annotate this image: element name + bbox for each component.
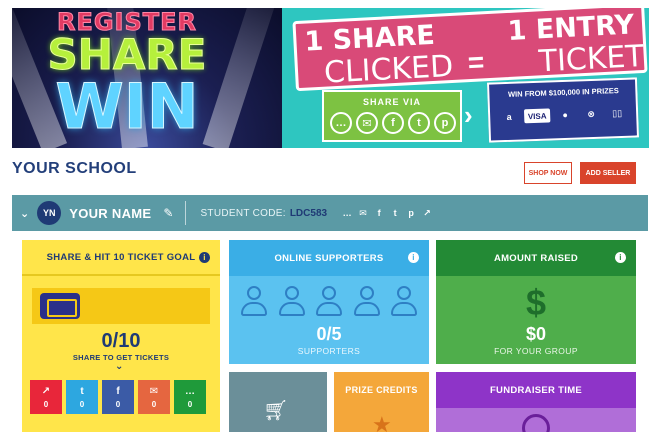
share-buttons-row: ↗ 0 t 0 f 0 ✉ 0… 0 xyxy=(30,380,206,414)
email-icon: ✉ xyxy=(149,385,159,397)
avatar: YN xyxy=(37,201,62,225)
supporters-subtitle: SUPPORTERS xyxy=(297,346,361,356)
online-supporters-title: ONLINE SUPPORTERS xyxy=(274,252,384,264)
share-count: 0 xyxy=(43,399,49,409)
external-link-icon: ↗ xyxy=(41,385,51,397)
supporters-count: 0/5 xyxy=(316,324,342,344)
prize-credits-title: PRIZE CREDITS xyxy=(345,385,418,395)
chevron-down-icon: ⌄ xyxy=(115,361,124,372)
page-title: YOUR SCHOOL xyxy=(12,160,137,177)
chevron-down-icon[interactable]: ⌄ xyxy=(20,207,29,220)
ticket-goal-card: SHARE & HIT 10 TICKET GOAL i 0/10 SHARE … xyxy=(22,240,220,432)
share-count: 0 xyxy=(187,399,193,409)
external-link-icon[interactable]: ↗ xyxy=(421,207,433,219)
pinterest-icon: p xyxy=(434,112,456,134)
xbox-icon: ⊗ xyxy=(587,108,596,119)
clock-icon xyxy=(522,414,550,432)
equals-sign: = xyxy=(467,46,485,79)
share-via-panel: SHARE VIA … ✉ f t p xyxy=(322,90,462,142)
card-title: AMOUNT RAISED i xyxy=(436,240,636,276)
amount-value: $0 xyxy=(525,324,547,344)
fundraiser-time-card: FUNDRAISER TIME xyxy=(436,372,636,432)
amount-raised-title: AMOUNT RAISED xyxy=(493,252,579,264)
share-count: 0 xyxy=(151,399,157,409)
prizes-label: WIN FROM $100,000 IN PRIZES xyxy=(507,86,619,99)
info-icon[interactable]: i xyxy=(408,252,419,263)
clicked-text: CLICKED xyxy=(323,48,455,91)
share-button-email[interactable]: ✉ 0 xyxy=(138,380,170,414)
visa-icon: VISA xyxy=(523,108,551,124)
add-seller-button[interactable]: ADD SELLER xyxy=(580,162,636,184)
card-title: SHARE & HIT 10 TICKET GOAL i xyxy=(22,240,220,276)
student-name: YOUR NAME xyxy=(69,205,152,221)
share-count: 0 xyxy=(115,399,121,409)
chevron-right-icon: › xyxy=(464,100,473,130)
promo-win-text: WIN xyxy=(55,70,199,144)
chat-icon: … xyxy=(330,112,352,134)
student-bar: ⌄ YN YOUR NAME ✎ STUDENT CODE: LDC583 … … xyxy=(12,195,648,231)
star-icon: ★ xyxy=(372,412,392,432)
student-code-label: STUDENT CODE: xyxy=(200,207,286,219)
share-button-facebook[interactable]: f0 xyxy=(102,380,134,414)
twitter-icon: t xyxy=(408,112,430,134)
facebook-icon[interactable]: f xyxy=(373,207,385,219)
prize-credits-card: PRIZE CREDITS ★ xyxy=(334,372,429,432)
person-icon xyxy=(277,284,307,320)
amazon-icon: a xyxy=(506,111,512,122)
card-title: ONLINE SUPPORTERS i xyxy=(229,240,429,276)
shop-card[interactable]: 🛒︎ xyxy=(229,372,327,432)
share-via-label: SHARE VIA xyxy=(362,97,421,107)
pencil-icon[interactable]: ✎ xyxy=(163,206,173,220)
nintendo-switch-icon: ▯▯ xyxy=(611,107,623,118)
share-count: 0 xyxy=(79,399,85,409)
share-button-twitter[interactable]: t0 xyxy=(66,380,98,414)
ticket-strip xyxy=(32,288,210,324)
person-icon xyxy=(239,284,269,320)
twitter-icon[interactable]: t xyxy=(389,207,401,219)
cart-icon: 🛒︎ xyxy=(263,400,289,422)
ticket-promo: 1 SHARE 1 ENTRY CLICKED TICKET = SHARE V… xyxy=(282,8,649,148)
amount-subtitle: FOR YOUR GROUP xyxy=(494,346,578,356)
info-icon[interactable]: i xyxy=(199,252,210,263)
card-title: PRIZE CREDITS xyxy=(334,372,429,408)
share-button-chat[interactable]: … 0 xyxy=(174,380,206,414)
amount-raised-card: AMOUNT RAISED i $ $0 FOR YOUR GROUP xyxy=(436,240,636,364)
promo-banner[interactable]: REGISTER SHARE WIN 1 SHARE 1 ENTRY CLICK… xyxy=(12,8,649,148)
student-code: LDC583 xyxy=(289,207,328,219)
email-icon: ✉ xyxy=(356,112,378,134)
chat-icon[interactable]: … xyxy=(341,207,353,219)
person-icon xyxy=(352,284,382,320)
chat-icon: … xyxy=(185,385,195,397)
email-icon[interactable]: ✉ xyxy=(357,207,369,219)
ticket-count: 0/10 xyxy=(101,330,141,352)
ticket-text: TICKET xyxy=(537,38,645,80)
prizes-panel: WIN FROM $100,000 IN PRIZES a VISA ● ⊗ ▯… xyxy=(486,77,640,143)
shop-now-button[interactable]: SHOP NOW xyxy=(524,162,572,184)
ticket-icon xyxy=(40,293,80,319)
facebook-icon: f xyxy=(382,112,404,134)
person-icon xyxy=(389,284,419,320)
twitter-icon: t xyxy=(80,385,84,397)
facebook-icon: f xyxy=(116,385,120,397)
info-icon[interactable]: i xyxy=(615,252,626,263)
divider xyxy=(185,201,187,225)
online-supporters-card: ONLINE SUPPORTERS i 0/5 SUPPORTERS xyxy=(229,240,429,364)
register-share-win-graphic: REGISTER SHARE WIN xyxy=(12,8,282,148)
supporters-icons xyxy=(239,284,419,320)
person-icon xyxy=(314,284,344,320)
card-title: FUNDRAISER TIME xyxy=(436,372,636,408)
share-button-external-link[interactable]: ↗ 0 xyxy=(30,380,62,414)
fundraiser-time-title: FUNDRAISER TIME xyxy=(489,384,583,396)
pinterest-icon[interactable]: p xyxy=(405,207,417,219)
dollar-icon: $ xyxy=(525,282,547,323)
apple-icon: ● xyxy=(562,109,569,121)
ticket-goal-title: SHARE & HIT 10 TICKET GOAL xyxy=(46,251,196,263)
